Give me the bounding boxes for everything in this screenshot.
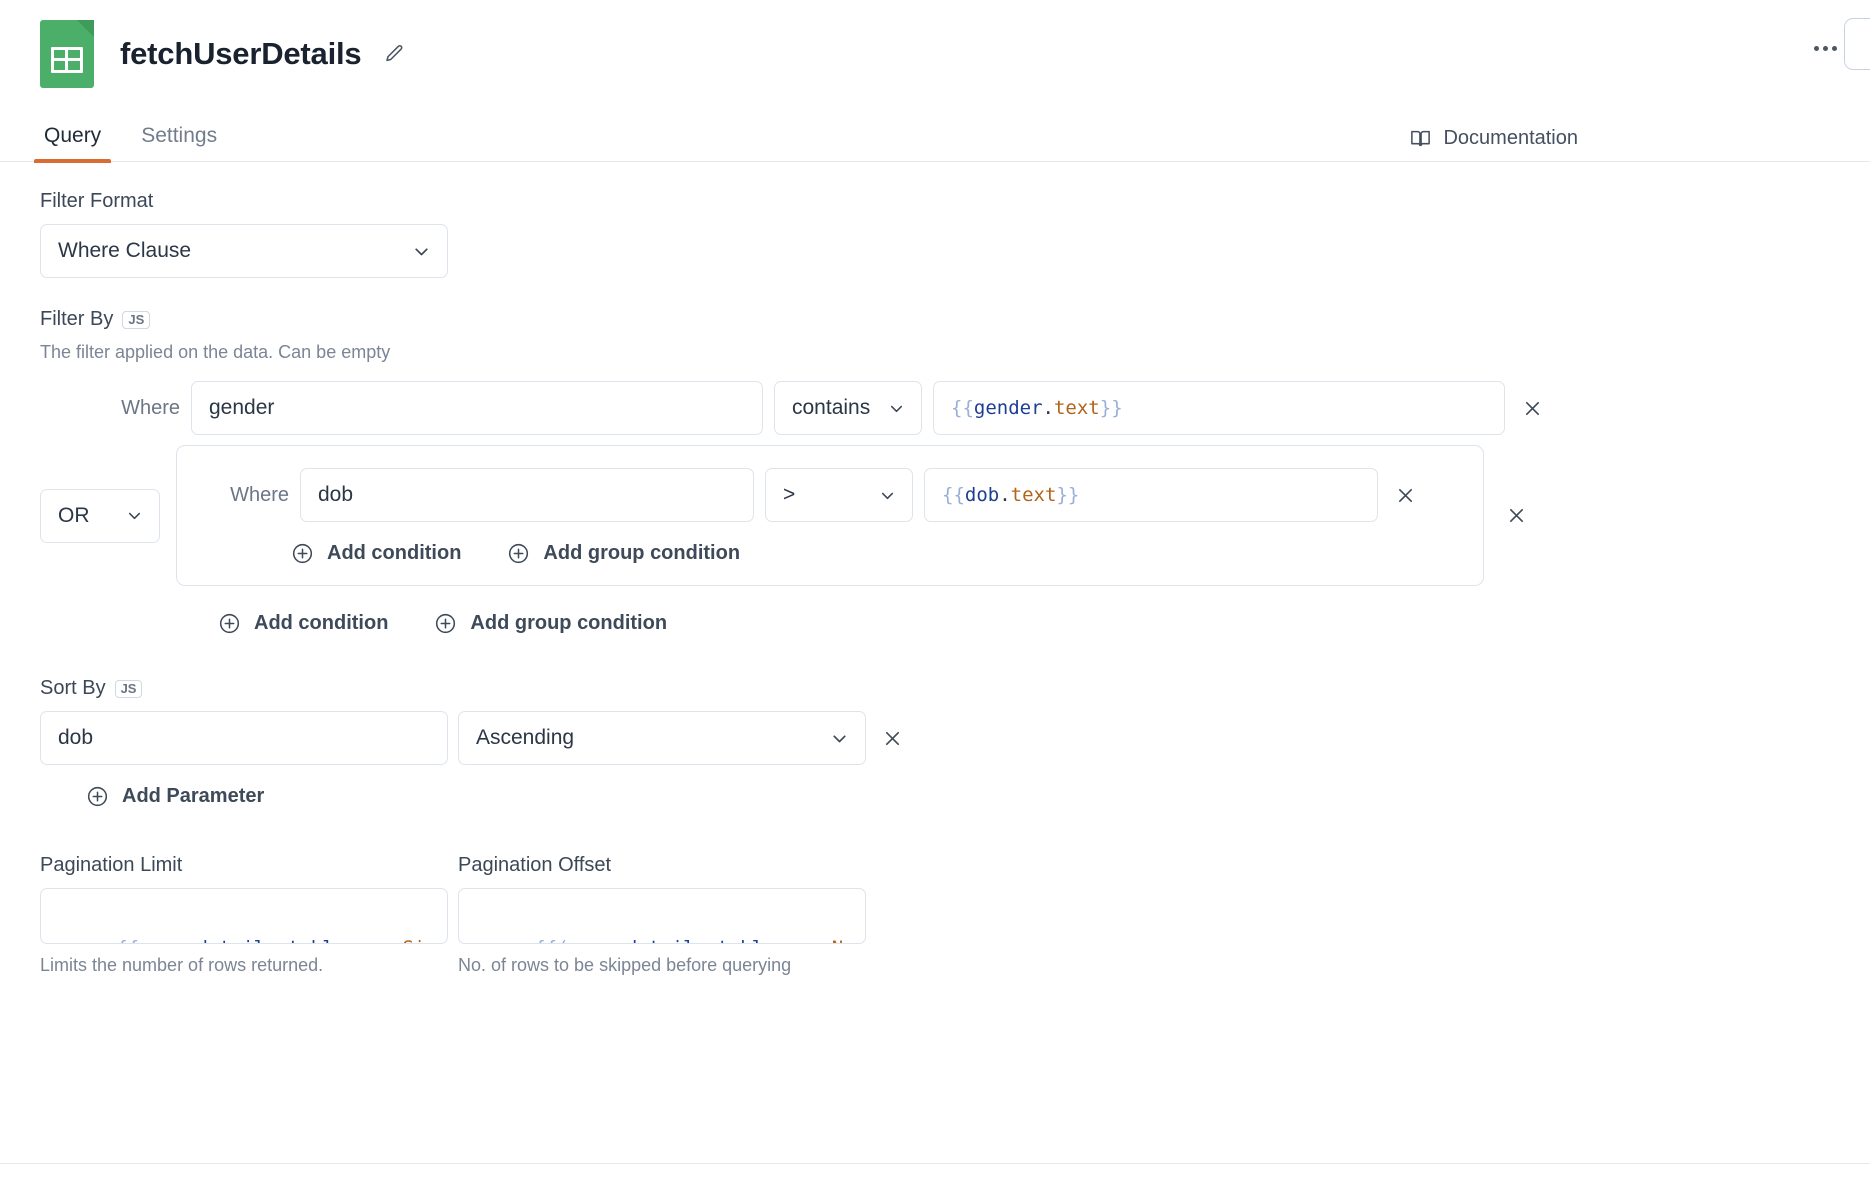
js-badge: JS [122,311,150,329]
pencil-icon[interactable] [379,39,409,69]
condition-group: OR Where dob > [40,445,1870,586]
ellipsis-icon[interactable] [1808,31,1842,65]
add-condition-button[interactable]: Add condition [218,612,388,635]
binding-expression: {{gender.text}} [951,397,1123,419]
query-editor-page: fetchUserDetails Query Settings [0,0,1870,1178]
pagination-offset-group: Pagination Offset {{(user_details_table.… [458,854,866,976]
chevron-down-icon [125,506,144,525]
group-add-group-condition-label: Add group condition [543,542,740,565]
filter-format-label: Filter Format [40,190,1870,213]
title-group: fetchUserDetails [120,36,409,72]
filter-format-value: Where Clause [58,239,191,263]
chevron-down-icon [829,728,850,749]
binding-expression: {{user_details_table.pageSize}} [58,937,425,945]
remove-group-button[interactable] [1500,500,1532,532]
condition-key-value: gender [209,396,274,420]
sort-by-label: Sort By JS [40,677,1870,700]
plus-circle-icon [218,612,241,635]
pagination-offset-label: Pagination Offset [458,854,866,877]
group-condition-key-value: dob [318,483,353,507]
group-condition-value-input[interactable]: {{dob.text}} [924,468,1378,522]
js-badge: JS [115,680,143,698]
where-label: Where [98,397,180,420]
binding-expression: {{dob.text}} [942,484,1079,506]
filter-by-help: The filter applied on the data. Can be e… [40,342,1870,363]
sort-by-label-text: Sort By [40,677,106,700]
group-condition-operator-value: > [783,483,795,507]
header-actions [1808,0,1870,108]
sort-row: dob Ascending [40,711,1870,765]
chevron-down-icon [878,486,897,505]
group-condition-operator-select[interactable]: > [765,468,913,522]
page-header: fetchUserDetails [0,0,1870,108]
pagination-section: Pagination Limit {{user_details_table.pa… [40,854,1870,976]
sort-order-select[interactable]: Ascending [458,711,866,765]
group-condition-box: Where dob > {{dob.text}} [176,445,1484,586]
filter-format-section: Filter Format Where Clause [40,190,1870,278]
remove-group-condition-button[interactable] [1389,479,1421,511]
pagination-limit-label: Pagination Limit [40,854,448,877]
group-condition-row: Where dob > {{dob.text}} [199,468,1461,522]
plus-circle-icon [291,542,314,565]
where-label: Where [199,484,289,507]
edge-panel-button[interactable] [1844,18,1870,70]
documentation-label: Documentation [1443,127,1578,150]
filter-by-label-text: Filter By [40,308,113,331]
page-title: fetchUserDetails [120,36,361,72]
pagination-limit-input[interactable]: {{user_details_table.pageSize}} [40,888,448,944]
condition-operator-select[interactable]: contains [774,381,922,435]
filter-by-label: Filter By JS [40,308,1870,331]
remove-sort-button[interactable] [876,722,908,754]
pagination-limit-group: Pagination Limit {{user_details_table.pa… [40,854,448,976]
remove-condition-button[interactable] [1516,392,1548,424]
chevron-down-icon [887,399,906,418]
add-parameter-label: Add Parameter [122,785,264,808]
binding-expression: {{(user_details_table.pageNo−1)*user_det… [476,937,843,945]
tab-query[interactable]: Query [42,124,103,161]
condition-key-input[interactable]: gender [191,381,763,435]
filter-add-actions: Add condition Add group condition [40,612,1870,635]
filter-format-select[interactable]: Where Clause [40,224,448,278]
pagination-limit-help: Limits the number of rows returned. [40,955,448,976]
sort-by-section: Sort By JS dob Ascending [40,677,1870,808]
plus-circle-icon [86,785,109,808]
group-condition-key-input[interactable]: dob [300,468,754,522]
filter-condition-row: Where gender contains {{gender.text}} [40,381,1870,435]
book-icon [1409,127,1432,150]
google-sheets-icon [40,20,94,88]
plus-circle-icon [434,612,457,635]
tab-settings[interactable]: Settings [139,124,219,161]
sort-order-value: Ascending [476,726,574,750]
tab-bar: Query Settings Documentation [0,108,1870,162]
conjunction-select[interactable]: OR [40,489,160,543]
group-add-actions: Add condition Add group condition [199,542,1461,565]
group-add-group-condition-button[interactable]: Add group condition [507,542,740,565]
pagination-offset-input[interactable]: {{(user_details_table.pageNo−1)*user_det… [458,888,866,944]
group-add-condition-button[interactable]: Add condition [291,542,461,565]
sort-column-value: dob [58,726,93,750]
condition-operator-value: contains [792,396,870,420]
documentation-link[interactable]: Documentation [1409,127,1578,150]
pagination-offset-help: No. of rows to be skipped before queryin… [458,955,866,976]
add-parameter-button[interactable]: Add Parameter [86,785,1870,808]
condition-value-input[interactable]: {{gender.text}} [933,381,1505,435]
query-form: Filter Format Where Clause Filter By JS … [0,162,1870,976]
add-condition-label: Add condition [254,612,388,635]
add-group-condition-label: Add group condition [470,612,667,635]
conjunction-value: OR [58,504,90,528]
chevron-down-icon [411,241,432,262]
group-add-condition-label: Add condition [327,542,461,565]
bottom-divider [0,1163,1870,1165]
add-group-condition-button[interactable]: Add group condition [434,612,667,635]
filter-by-section: Filter By JS The filter applied on the d… [40,308,1870,635]
plus-circle-icon [507,542,530,565]
sort-column-input[interactable]: dob [40,711,448,765]
